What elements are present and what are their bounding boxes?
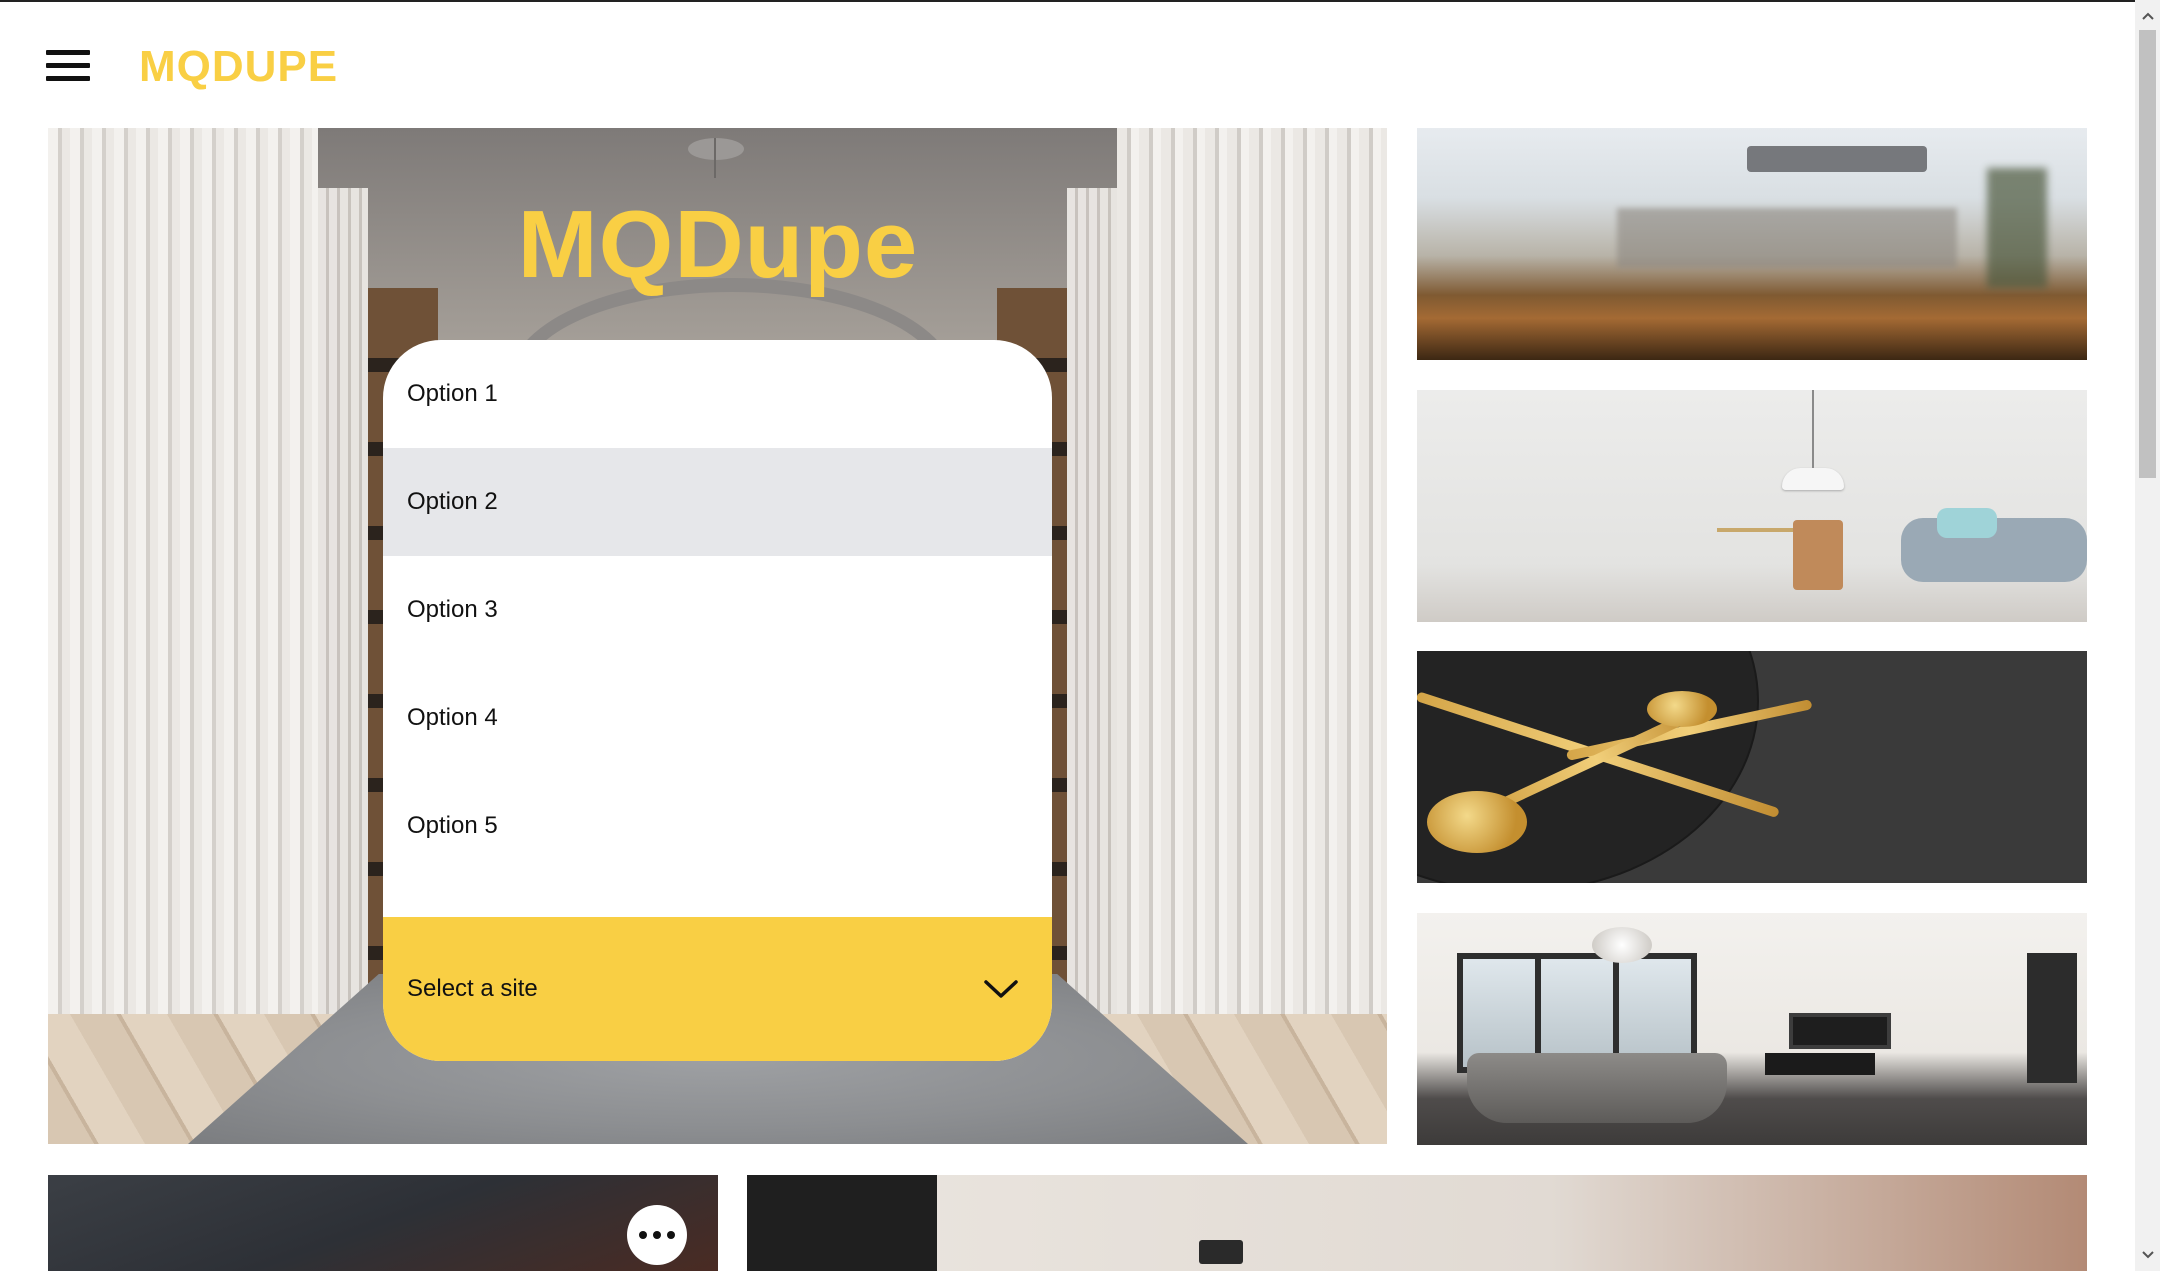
scrollbar-thumb[interactable] xyxy=(2139,30,2156,478)
dropdown-option-1[interactable]: Option 1 xyxy=(383,340,1052,448)
scroll-down-arrow-icon[interactable] xyxy=(2138,1245,2158,1265)
thumbnail-dark-wall[interactable] xyxy=(48,1175,718,1271)
scroll-up-arrow-icon[interactable] xyxy=(2138,6,2158,26)
chevron-down-icon xyxy=(984,980,1018,998)
thumbnail-room-ceiling[interactable] xyxy=(747,1175,2087,1271)
site-dropdown[interactable]: Option 1 Option 2 Option 3 Option 4 Opti… xyxy=(383,340,1052,1061)
thumbnail-gold-cutlery[interactable] xyxy=(1417,651,2087,883)
select-site-label: Select a site xyxy=(407,975,538,1002)
select-site-button[interactable]: Select a site xyxy=(383,917,1052,1061)
window-top-border xyxy=(0,0,2160,2)
hamburger-menu-icon[interactable] xyxy=(46,50,90,82)
thumbnail-kitchen[interactable] xyxy=(1417,128,2087,360)
thumbnail-bathroom[interactable] xyxy=(1417,913,2087,1145)
more-horizontal-icon[interactable] xyxy=(627,1205,687,1265)
brand-logo[interactable]: MQDUPE xyxy=(139,42,338,92)
dropdown-option-3[interactable]: Option 3 xyxy=(383,556,1052,664)
thumbnail-living-room[interactable] xyxy=(1417,390,2087,622)
hero-title: MQDupe xyxy=(517,191,919,298)
dropdown-option-2[interactable]: Option 2 xyxy=(383,448,1052,556)
dropdown-option-4[interactable]: Option 4 xyxy=(383,664,1052,772)
dropdown-option-5[interactable]: Option 5 xyxy=(383,772,1052,880)
